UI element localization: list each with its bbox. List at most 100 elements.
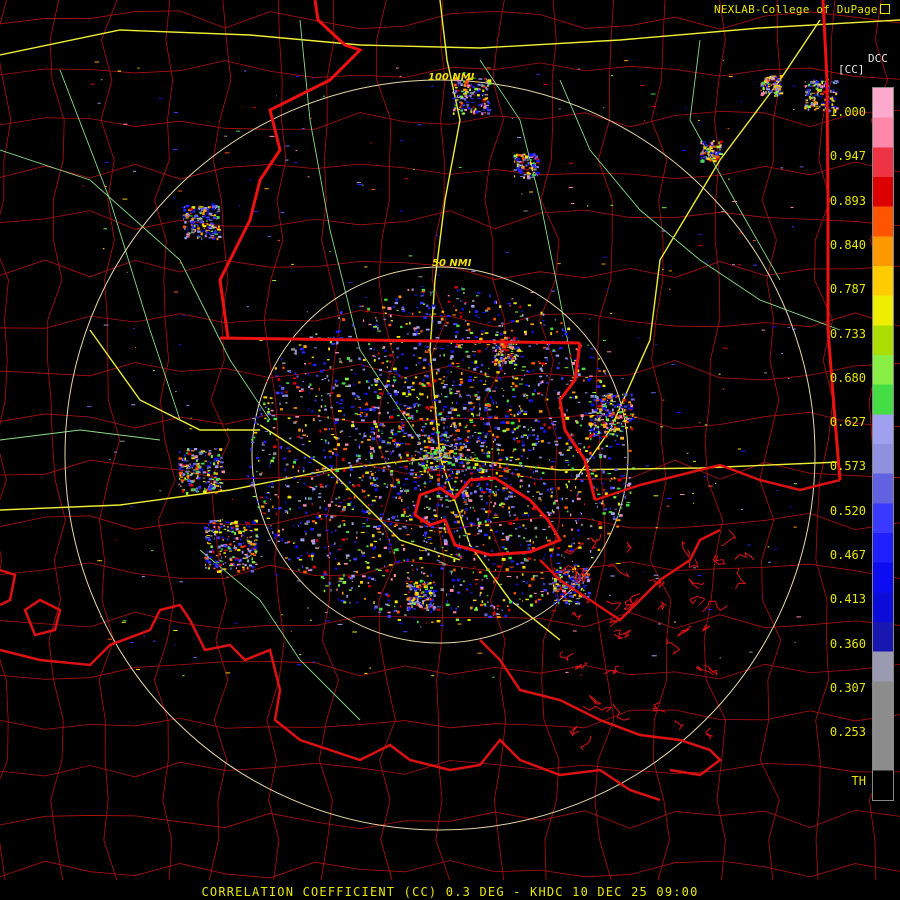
echo-pixel [399, 459, 402, 462]
echo-pixel [569, 356, 572, 358]
echo-pixel [626, 463, 629, 465]
echo-pixel [321, 399, 323, 402]
echo-pixel [225, 556, 227, 558]
coastline-segment [23, 598, 62, 637]
echo-pixel [519, 464, 521, 467]
echo-pixel [440, 348, 445, 350]
echo-pixel [213, 214, 217, 217]
echo-pixel [227, 529, 230, 532]
echo-pixel [414, 454, 416, 457]
echo-pixel [529, 156, 533, 158]
echo-pixel [423, 316, 427, 319]
echo-pixel [405, 443, 407, 445]
echo-pixel [183, 460, 186, 463]
echo-pixel [549, 548, 553, 552]
echo-pixel [465, 350, 469, 353]
echo-pixel [576, 521, 578, 524]
echo-pixel [378, 357, 381, 360]
echo-pixel [719, 144, 722, 148]
echo-pixel [421, 595, 425, 598]
echo-pixel [421, 567, 424, 569]
echo-pixel [358, 477, 362, 479]
echo-pixel [513, 428, 516, 431]
echo-pixel [508, 304, 511, 306]
echo-pixel [348, 481, 352, 484]
echo-pixel [297, 469, 300, 473]
echo-pixel [285, 159, 289, 161]
echo-pixel [820, 97, 822, 99]
echo-pixel [449, 388, 453, 390]
echo-pixel [301, 351, 306, 354]
echo-pixel [346, 531, 349, 533]
echo-pixel [560, 498, 563, 501]
echo-pixel [469, 421, 474, 423]
echo-pixel [530, 519, 533, 522]
echo-pixel [104, 185, 107, 187]
echo-pixel [400, 487, 402, 490]
echo-pixel [781, 353, 783, 355]
echo-pixel [486, 595, 489, 597]
echo-pixel [384, 298, 388, 301]
echo-pixel [353, 394, 355, 397]
echo-pixel [510, 352, 514, 354]
echo-pixel [475, 81, 479, 83]
echo-pixel [324, 456, 327, 459]
echo-pixel [593, 357, 595, 359]
echo-pixel [498, 352, 500, 356]
echo-pixel [516, 437, 518, 439]
echo-pixel [596, 556, 599, 558]
echo-pixel [630, 413, 633, 415]
echo-pixel [174, 644, 176, 646]
echo-pixel [310, 554, 314, 558]
county-line [649, 0, 672, 881]
echo-pixel [525, 598, 529, 601]
echo-pixel [471, 270, 476, 272]
echo-pixel [375, 568, 379, 570]
echo-pixel [270, 486, 275, 488]
echo-pixel [414, 506, 416, 508]
echo-pixel [324, 405, 327, 408]
echo-pixel [474, 376, 478, 378]
echo-pixel [481, 470, 485, 474]
echo-pixel [411, 424, 414, 427]
echo-pixel [602, 395, 606, 397]
echo-pixel [353, 505, 355, 508]
echo-pixel [234, 549, 236, 552]
echo-pixel [521, 314, 524, 317]
echo-pixel [254, 546, 258, 549]
echo-pixel [523, 426, 526, 428]
echo-pixel [445, 499, 449, 501]
echo-pixel [564, 333, 568, 336]
echo-pixel [412, 512, 414, 514]
echo-pixel [399, 76, 402, 78]
echo-pixel [260, 555, 263, 557]
echo-pixel [509, 405, 513, 407]
echo-pixel [302, 434, 306, 436]
echo-pixel [209, 556, 213, 558]
echo-pixel [388, 354, 393, 357]
echo-pixel [383, 522, 387, 524]
echo-pixel [484, 372, 487, 376]
echo-pixel [470, 524, 473, 527]
echo-pixel [492, 612, 496, 615]
echo-pixel [214, 520, 219, 522]
echo-pixel [441, 446, 446, 449]
echo-pixel [596, 426, 600, 429]
echo-pixel [343, 447, 348, 451]
echo-pixel [491, 550, 493, 552]
echo-pixel [498, 488, 500, 490]
echo-pixel [383, 318, 387, 320]
echo-pixel [328, 428, 330, 430]
marsh-outline [702, 600, 728, 613]
county-line [0, 512, 900, 531]
echo-pixel [223, 552, 226, 554]
echo-pixel [312, 77, 314, 79]
echo-pixel [483, 422, 487, 426]
echo-pixel [465, 458, 469, 461]
echo-pixel [519, 305, 522, 309]
echo-pixel [237, 549, 241, 552]
echo-pixel [417, 451, 420, 453]
echo-pixel [510, 421, 515, 425]
echo-pixel [467, 94, 470, 97]
echo-pixel [508, 494, 510, 496]
